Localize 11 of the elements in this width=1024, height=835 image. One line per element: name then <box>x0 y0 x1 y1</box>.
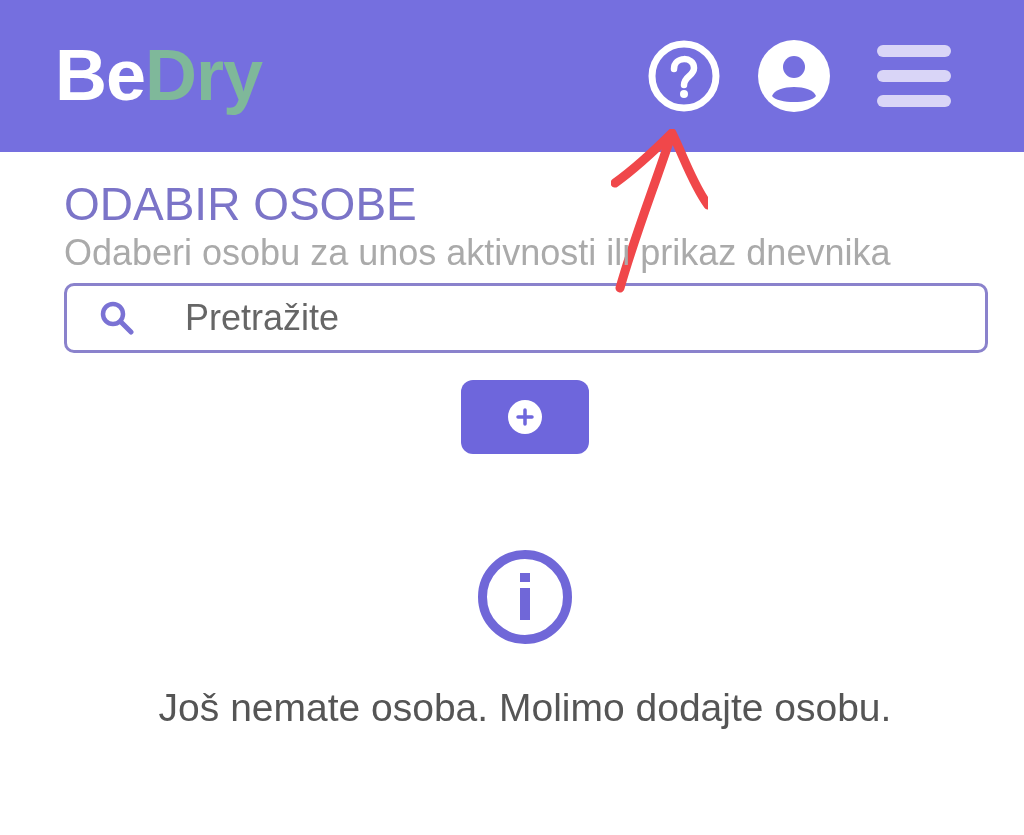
help-icon[interactable] <box>648 40 720 112</box>
empty-message: Još nemate osoba. Molimo dodajte osobu. <box>158 686 892 730</box>
menu-icon[interactable] <box>877 45 951 107</box>
page-subtitle: Odaberi osobu za unos aktivnosti ili prikaz dnevnika <box>64 232 892 274</box>
search-field[interactable]: Pretražite <box>64 283 988 353</box>
plus-circle-icon <box>508 400 542 434</box>
search-icon <box>100 301 134 335</box>
account-icon[interactable] <box>758 40 830 112</box>
info-icon <box>478 550 572 644</box>
page-title: ODABIR OSOBE <box>64 178 418 230</box>
add-person-button[interactable] <box>461 380 589 454</box>
